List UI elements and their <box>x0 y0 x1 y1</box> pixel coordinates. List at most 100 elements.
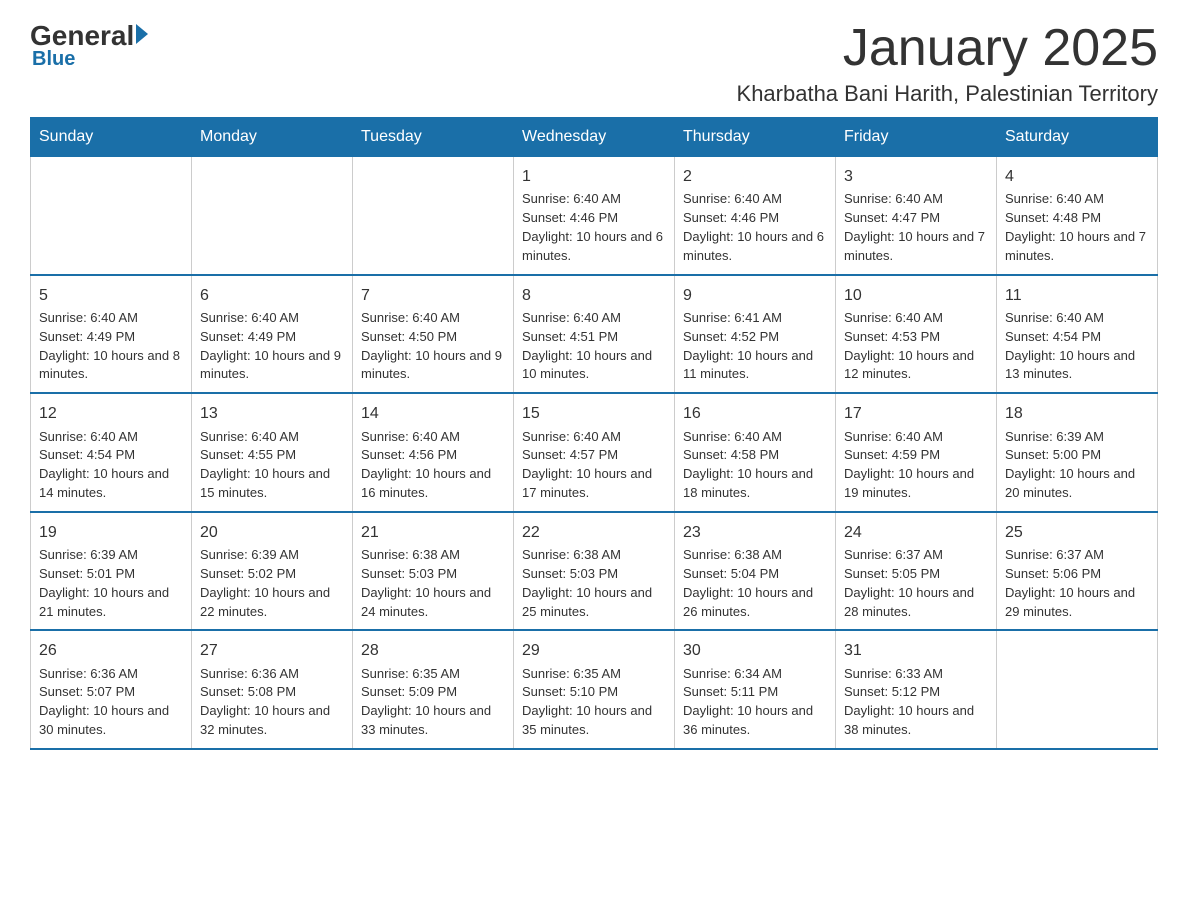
week-row-0: 1Sunrise: 6:40 AM Sunset: 4:46 PM Daylig… <box>31 157 1158 275</box>
calendar-cell: 26 Sunrise: 6:36 AM Sunset: 5:07 PM Dayli… <box>31 630 192 749</box>
day-number: 14 <box>361 402 505 425</box>
day-header-friday: Friday <box>836 118 997 157</box>
page-header: General Blue January 2025 Kharbatha Bani… <box>30 20 1158 107</box>
calendar-cell: 17 Sunrise: 6:40 AM Sunset: 4:59 PM Dayli… <box>836 393 997 512</box>
day-number: 10 <box>844 284 988 307</box>
day-number: 9 <box>683 284 827 307</box>
day-header-sunday: Sunday <box>31 118 192 157</box>
day-header-saturday: Saturday <box>997 118 1158 157</box>
day-number: 25 <box>1005 521 1149 544</box>
calendar-cell: 9Sunrise: 6:41 AM Sunset: 4:52 PM Daylig… <box>675 275 836 394</box>
location-title: Kharbatha Bani Harith, Palestinian Terri… <box>737 81 1158 107</box>
day-number: 26 <box>39 639 183 662</box>
day-info: Sunrise: 6:39 AM Sunset: 5:00 PM Dayligh… <box>1005 428 1149 503</box>
day-header-thursday: Thursday <box>675 118 836 157</box>
day-number: 8 <box>522 284 666 307</box>
logo: General Blue <box>30 20 148 71</box>
calendar-cell: 15 Sunrise: 6:40 AM Sunset: 4:57 PM Dayli… <box>514 393 675 512</box>
calendar-cell: 8Sunrise: 6:40 AM Sunset: 4:51 PM Daylig… <box>514 275 675 394</box>
day-info: Sunrise: 6:40 AM Sunset: 4:58 PM Dayligh… <box>683 428 827 503</box>
calendar-cell: 5Sunrise: 6:40 AM Sunset: 4:49 PM Daylig… <box>31 275 192 394</box>
calendar-cell: 16 Sunrise: 6:40 AM Sunset: 4:58 PM Dayli… <box>675 393 836 512</box>
day-info: Sunrise: 6:33 AM Sunset: 5:12 PM Dayligh… <box>844 665 988 740</box>
calendar-cell: 22Sunrise: 6:38 AM Sunset: 5:03 PM Dayli… <box>514 512 675 631</box>
day-number: 7 <box>361 284 505 307</box>
calendar-cell: 25Sunrise: 6:37 AM Sunset: 5:06 PM Dayli… <box>997 512 1158 631</box>
calendar-cell: 11Sunrise: 6:40 AM Sunset: 4:54 PM Dayli… <box>997 275 1158 394</box>
day-info: Sunrise: 6:40 AM Sunset: 4:51 PM Dayligh… <box>522 309 666 384</box>
day-info: Sunrise: 6:38 AM Sunset: 5:04 PM Dayligh… <box>683 546 827 621</box>
day-info: Sunrise: 6:40 AM Sunset: 4:50 PM Dayligh… <box>361 309 505 384</box>
day-info: Sunrise: 6:40 AM Sunset: 4:56 PM Dayligh… <box>361 428 505 503</box>
calendar-cell: 10Sunrise: 6:40 AM Sunset: 4:53 PM Dayli… <box>836 275 997 394</box>
day-number: 31 <box>844 639 988 662</box>
day-info: Sunrise: 6:41 AM Sunset: 4:52 PM Dayligh… <box>683 309 827 384</box>
day-info: Sunrise: 6:37 AM Sunset: 5:06 PM Dayligh… <box>1005 546 1149 621</box>
logo-blue: Blue <box>32 48 75 71</box>
calendar-cell: 23Sunrise: 6:38 AM Sunset: 5:04 PM Dayli… <box>675 512 836 631</box>
calendar-cell: 14 Sunrise: 6:40 AM Sunset: 4:56 PM Dayli… <box>353 393 514 512</box>
week-row-3: 19Sunrise: 6:39 AM Sunset: 5:01 PM Dayli… <box>31 512 1158 631</box>
day-number: 23 <box>683 521 827 544</box>
calendar-cell: 6Sunrise: 6:40 AM Sunset: 4:49 PM Daylig… <box>192 275 353 394</box>
day-number: 11 <box>1005 284 1149 307</box>
week-row-2: 12Sunrise: 6:40 AM Sunset: 4:54 PM Dayli… <box>31 393 1158 512</box>
day-number: 29 <box>522 639 666 662</box>
day-number: 16 <box>683 402 827 425</box>
day-number: 24 <box>844 521 988 544</box>
day-info: Sunrise: 6:40 AM Sunset: 4:49 PM Dayligh… <box>39 309 183 384</box>
day-number: 5 <box>39 284 183 307</box>
day-info: Sunrise: 6:39 AM Sunset: 5:01 PM Dayligh… <box>39 546 183 621</box>
day-number: 15 <box>522 402 666 425</box>
day-info: Sunrise: 6:34 AM Sunset: 5:11 PM Dayligh… <box>683 665 827 740</box>
logo-arrow-icon <box>136 24 148 44</box>
day-number: 21 <box>361 521 505 544</box>
day-info: Sunrise: 6:40 AM Sunset: 4:59 PM Dayligh… <box>844 428 988 503</box>
day-info: Sunrise: 6:38 AM Sunset: 5:03 PM Dayligh… <box>361 546 505 621</box>
day-number: 22 <box>522 521 666 544</box>
day-number: 27 <box>200 639 344 662</box>
calendar-body: 1Sunrise: 6:40 AM Sunset: 4:46 PM Daylig… <box>31 157 1158 749</box>
day-number: 28 <box>361 639 505 662</box>
calendar-cell <box>31 157 192 275</box>
day-info: Sunrise: 6:39 AM Sunset: 5:02 PM Dayligh… <box>200 546 344 621</box>
calendar-header: SundayMondayTuesdayWednesdayThursdayFrid… <box>31 118 1158 157</box>
month-title: January 2025 <box>737 20 1158 77</box>
title-area: January 2025 Kharbatha Bani Harith, Pale… <box>737 20 1158 107</box>
calendar-cell <box>192 157 353 275</box>
calendar-cell: 7Sunrise: 6:40 AM Sunset: 4:50 PM Daylig… <box>353 275 514 394</box>
day-number: 17 <box>844 402 988 425</box>
day-header-monday: Monday <box>192 118 353 157</box>
day-info: Sunrise: 6:40 AM Sunset: 4:46 PM Dayligh… <box>522 190 666 265</box>
day-info: Sunrise: 6:40 AM Sunset: 4:48 PM Dayligh… <box>1005 190 1149 265</box>
day-number: 30 <box>683 639 827 662</box>
week-row-4: 26 Sunrise: 6:36 AM Sunset: 5:07 PM Dayli… <box>31 630 1158 749</box>
day-info: Sunrise: 6:40 AM Sunset: 4:54 PM Dayligh… <box>1005 309 1149 384</box>
day-number: 20 <box>200 521 344 544</box>
calendar-cell: 28 Sunrise: 6:35 AM Sunset: 5:09 PM Dayli… <box>353 630 514 749</box>
day-info: Sunrise: 6:40 AM Sunset: 4:57 PM Dayligh… <box>522 428 666 503</box>
day-number: 3 <box>844 165 988 188</box>
calendar-cell: 4Sunrise: 6:40 AM Sunset: 4:48 PM Daylig… <box>997 157 1158 275</box>
calendar-cell: 18 Sunrise: 6:39 AM Sunset: 5:00 PM Dayli… <box>997 393 1158 512</box>
calendar-cell: 1Sunrise: 6:40 AM Sunset: 4:46 PM Daylig… <box>514 157 675 275</box>
calendar-cell: 20Sunrise: 6:39 AM Sunset: 5:02 PM Dayli… <box>192 512 353 631</box>
calendar-cell: 24Sunrise: 6:37 AM Sunset: 5:05 PM Dayli… <box>836 512 997 631</box>
day-headers-row: SundayMondayTuesdayWednesdayThursdayFrid… <box>31 118 1158 157</box>
day-info: Sunrise: 6:36 AM Sunset: 5:07 PM Dayligh… <box>39 665 183 740</box>
day-number: 6 <box>200 284 344 307</box>
day-number: 2 <box>683 165 827 188</box>
calendar-cell: 19Sunrise: 6:39 AM Sunset: 5:01 PM Dayli… <box>31 512 192 631</box>
day-info: Sunrise: 6:40 AM Sunset: 4:47 PM Dayligh… <box>844 190 988 265</box>
day-info: Sunrise: 6:40 AM Sunset: 4:49 PM Dayligh… <box>200 309 344 384</box>
day-info: Sunrise: 6:36 AM Sunset: 5:08 PM Dayligh… <box>200 665 344 740</box>
day-number: 18 <box>1005 402 1149 425</box>
calendar-cell: 13Sunrise: 6:40 AM Sunset: 4:55 PM Dayli… <box>192 393 353 512</box>
day-info: Sunrise: 6:35 AM Sunset: 5:09 PM Dayligh… <box>361 665 505 740</box>
day-info: Sunrise: 6:40 AM Sunset: 4:53 PM Dayligh… <box>844 309 988 384</box>
day-info: Sunrise: 6:40 AM Sunset: 4:54 PM Dayligh… <box>39 428 183 503</box>
calendar-cell: 29 Sunrise: 6:35 AM Sunset: 5:10 PM Dayli… <box>514 630 675 749</box>
calendar-cell: 31 Sunrise: 6:33 AM Sunset: 5:12 PM Dayli… <box>836 630 997 749</box>
day-info: Sunrise: 6:35 AM Sunset: 5:10 PM Dayligh… <box>522 665 666 740</box>
calendar-cell: 3Sunrise: 6:40 AM Sunset: 4:47 PM Daylig… <box>836 157 997 275</box>
